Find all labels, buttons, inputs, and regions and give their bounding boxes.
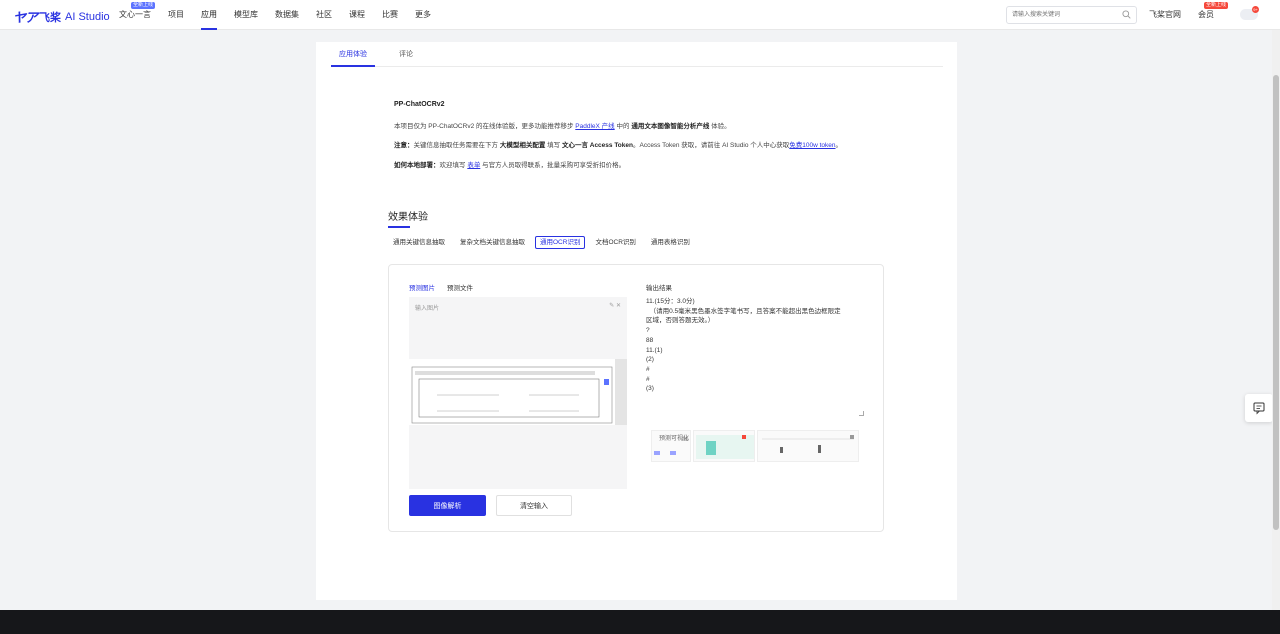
tab-comments[interactable]: 评论 (399, 42, 413, 67)
user-avatar[interactable]: 9+ (1240, 6, 1259, 20)
mode-table[interactable]: 通用表格识别 (646, 236, 695, 249)
search-icon[interactable] (1122, 10, 1131, 19)
top-navbar: ヤア 飞桨 AI Studio 文心一言 全新上线 项目 应用 模型库 数据集 … (0, 0, 1280, 30)
paddlex-link[interactable]: PaddleX 产线 (575, 123, 614, 130)
mode-tabs: 通用关键信息抽取 复杂文档关键信息抽取 通用OCR识别 文档OCR识别 通用表格… (388, 236, 700, 249)
section-underline (388, 226, 410, 228)
input-type-tabs: 预测图片 预测文件 (409, 282, 485, 292)
feedback-button[interactable] (1245, 394, 1273, 422)
tab-predict-file[interactable]: 预测文件 (447, 282, 473, 292)
intro-paragraph: 本项目仅为 PP-ChatOCRv2 的在线体验版，更多功能推荐移步 Paddl… (394, 122, 731, 130)
nav-item-community[interactable]: 社区 (316, 0, 332, 30)
output-line: (2) (646, 356, 654, 364)
clear-input-button[interactable]: 清空输入 (496, 495, 572, 516)
brand-name-cn: 飞桨 (39, 11, 62, 24)
image-upload-area[interactable]: 输入图片 ✎ ✕ (409, 297, 627, 489)
resize-handle-icon[interactable] (859, 411, 864, 416)
member-new-badge: 全新上线 (1203, 2, 1228, 9)
prediction-visualization: 预测可视化 (651, 430, 859, 462)
input-image-label: 输入图片 (415, 306, 440, 312)
app-card: 应用体验 评论 PP-ChatOCRv2 本项目仅为 PP-ChatOCRv2 … (316, 42, 957, 600)
analyze-image-button[interactable]: 图像解析 (409, 495, 486, 516)
output-line: 11.(15分：3.0分) (646, 298, 695, 305)
visualization-thumbnail (757, 430, 859, 462)
page-scrollbar[interactable] (1272, 30, 1280, 610)
mode-complex-doc[interactable]: 复杂文档关键信息抽取 (455, 236, 530, 249)
output-line: # (646, 365, 650, 373)
nav-item-apps[interactable]: 应用 (201, 0, 217, 30)
output-line: ? (646, 327, 650, 335)
official-site-link[interactable]: 飞桨官网 (1149, 0, 1181, 30)
document-preview-graphic (411, 359, 627, 425)
tab-app-experience[interactable]: 应用体验 (331, 42, 375, 67)
demo-panel: 预测图片 预测文件 输入图片 ✎ ✕ 图像解析 清空输入 输出结果 11.(15… (388, 264, 884, 532)
tab-predict-image[interactable]: 预测图片 (409, 282, 435, 292)
member-link[interactable]: 会员 全新上线 (1198, 0, 1228, 30)
output-line: （请用0.5毫米黑色墨水签字笔书写，且答案不能超出黑色边框限定 (646, 307, 841, 315)
nav-item-models[interactable]: 模型库 (234, 0, 258, 30)
edit-close-icons[interactable]: ✎ ✕ (609, 302, 621, 309)
deploy-paragraph: 如何本地部署：欢迎填写 表单 与官方人员取得联系，批量采购可享受折扣价格。 (394, 161, 626, 169)
search-input[interactable] (1012, 7, 1122, 23)
nav-item-yiyan[interactable]: 文心一言 全新上线 (119, 0, 155, 30)
notification-count: 9+ (1252, 6, 1259, 13)
output-line: 11.(1) (646, 346, 663, 354)
mode-general-ocr[interactable]: 通用OCR识别 (535, 236, 586, 249)
nav-item-projects[interactable]: 项目 (168, 0, 184, 30)
brand-name-en: AI Studio (65, 10, 110, 23)
page-footer (0, 610, 1280, 634)
scrollbar-thumb[interactable] (1273, 75, 1279, 530)
page-tabs: 应用体验 评论 (331, 42, 943, 67)
mode-doc-ocr[interactable]: 文档OCR识别 (590, 236, 640, 249)
visualization-thumbnail (693, 430, 755, 462)
app-title: PP-ChatOCRv2 (394, 101, 445, 108)
note-paragraph: 注意：关键信息抽取任务需要在下方 大模型相关配置 填写 文心一言 Access … (394, 142, 843, 149)
paddle-logo-icon: ヤア (13, 10, 38, 25)
search-box (1006, 6, 1137, 24)
output-textarea[interactable]: 11.(15分：3.0分) （请用0.5毫米黑色墨水签字笔书写，且答案不能超出黑… (646, 297, 864, 416)
mode-key-info[interactable]: 通用关键信息抽取 (388, 236, 450, 249)
main-nav: 文心一言 全新上线 项目 应用 模型库 数据集 社区 课程 比赛 更多 (119, 0, 448, 30)
chat-icon (1253, 402, 1265, 415)
output-line: 区域，否则答题无效。） (646, 317, 715, 325)
output-label: 输出结果 (646, 285, 672, 292)
uploaded-document-image (409, 359, 627, 425)
output-line: (3) (646, 385, 654, 393)
nav-item-courses[interactable]: 课程 (349, 0, 365, 30)
output-line: # (646, 375, 650, 383)
brand-logo[interactable]: ヤア 飞桨 AI Studio (13, 7, 110, 26)
form-link[interactable]: 表单 (467, 162, 480, 169)
output-line: 88 (646, 336, 654, 344)
viz-label: 预测可视化 (659, 436, 690, 442)
nav-item-competitions[interactable]: 比赛 (382, 0, 398, 30)
free-token-link[interactable]: 免费100w token (789, 142, 835, 149)
app-description: PP-ChatOCRv2 本项目仅为 PP-ChatOCRv2 的在线体验版，更… (394, 100, 864, 180)
section-title: 效果体验 (388, 212, 428, 223)
new-badge: 全新上线 (130, 2, 155, 9)
nav-item-more[interactable]: 更多 (415, 0, 431, 30)
nav-item-datasets[interactable]: 数据集 (275, 0, 299, 30)
